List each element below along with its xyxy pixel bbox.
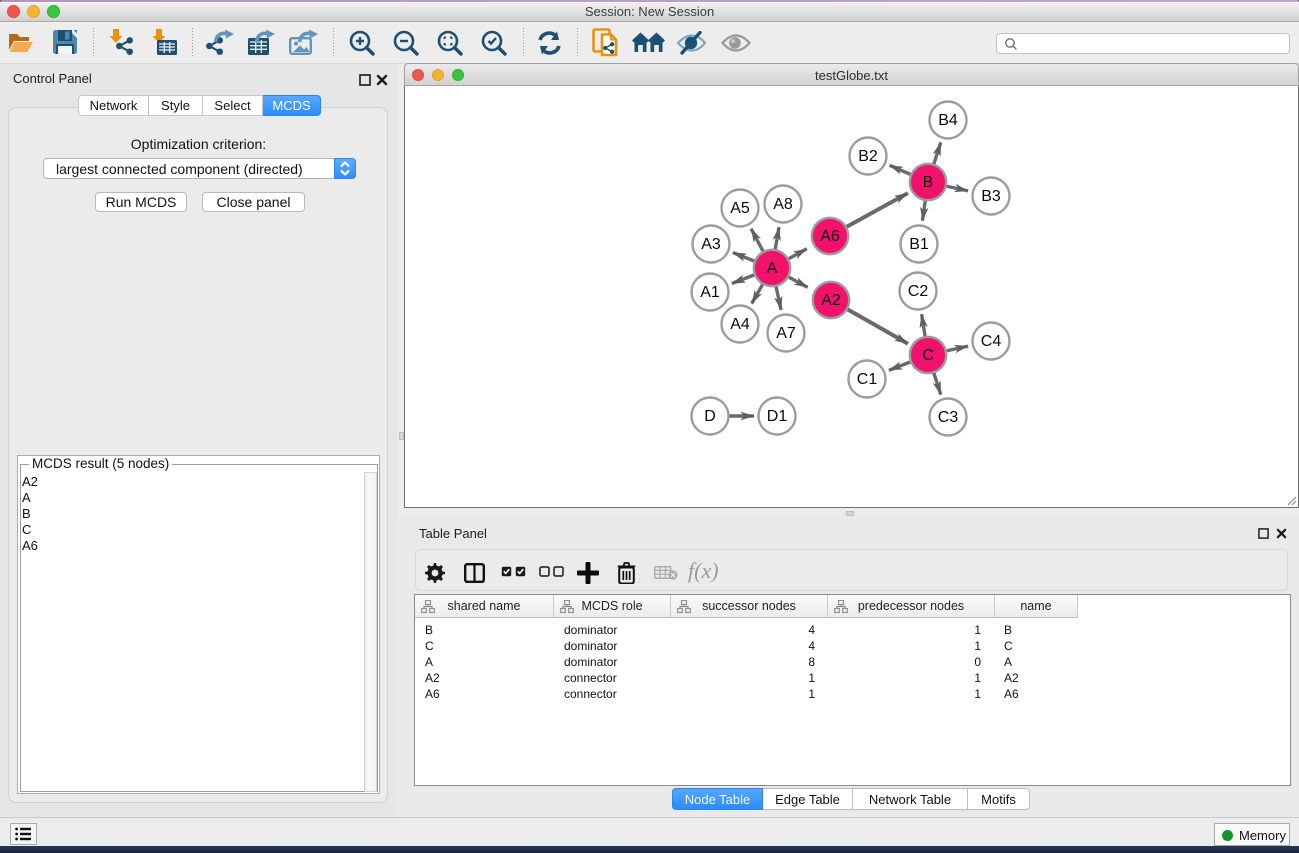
svg-text:A4: A4 — [730, 316, 750, 333]
svg-text:A2: A2 — [821, 292, 841, 309]
svg-text:D: D — [704, 408, 716, 425]
svg-text:A6: A6 — [820, 228, 840, 245]
svg-text:A8: A8 — [773, 196, 793, 213]
svg-text:C2: C2 — [908, 283, 929, 300]
svg-text:B4: B4 — [938, 112, 958, 129]
svg-text:C4: C4 — [981, 333, 1002, 350]
svg-text:B2: B2 — [858, 148, 878, 165]
svg-text:B: B — [923, 174, 934, 191]
svg-text:C: C — [922, 347, 934, 364]
svg-text:C1: C1 — [857, 371, 878, 388]
svg-text:B3: B3 — [981, 188, 1001, 205]
svg-text:C3: C3 — [938, 409, 959, 426]
svg-text:A1: A1 — [700, 284, 720, 301]
svg-text:B1: B1 — [909, 236, 929, 253]
svg-text:D1: D1 — [767, 408, 788, 425]
svg-text:A3: A3 — [701, 236, 721, 253]
svg-text:A5: A5 — [730, 200, 750, 217]
svg-text:A: A — [767, 260, 778, 277]
svg-text:A7: A7 — [776, 325, 796, 342]
